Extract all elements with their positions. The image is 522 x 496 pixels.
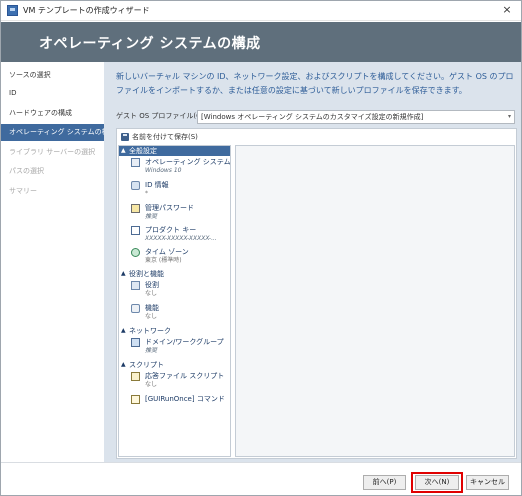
- vm-template-icon: [7, 5, 18, 16]
- tree-item-answer-file[interactable]: 応答ファイル スクリプト なし: [127, 371, 230, 393]
- settings-tree: ▲ 全般設定 オペレーティング システム Windows 10 ID 情報 * …: [118, 145, 231, 457]
- domain-icon: [131, 338, 140, 347]
- wizard-window: VM テンプレートの作成ウィザード × オペレーティング システムの構成 ソース…: [0, 0, 522, 496]
- tree-item-label: ID 情報: [145, 181, 169, 189]
- main-area: 新しいバーチャル マシンの ID、ネットワーク設定、およびスクリプトを構成してく…: [104, 62, 521, 462]
- nav-item-hardware[interactable]: ハードウェアの構成: [1, 105, 104, 122]
- nav-item-os-config[interactable]: オペレーティング システムの構成: [1, 124, 116, 141]
- nav-item-path: パスの選択: [9, 167, 44, 175]
- group-scripts[interactable]: ▲ スクリプト: [119, 360, 230, 370]
- tree-item-label: 応答ファイル スクリプト: [145, 372, 225, 380]
- tree-item-value: 推奨: [145, 213, 158, 220]
- tree-item-label: オペレーティング システム: [145, 158, 231, 166]
- wizard-footer: 前へ(P) 次へ(N) キャンセル: [1, 462, 521, 495]
- collapse-icon: ▲: [121, 327, 126, 334]
- tree-item-value: 推奨: [145, 347, 158, 354]
- tree-item-timezone[interactable]: タイム ゾーン 東京 (標準時): [127, 247, 230, 269]
- tree-item-label: 機能: [145, 304, 159, 312]
- window-title: VM テンプレートの作成ウィザード: [23, 6, 150, 15]
- id-card-icon: [131, 181, 140, 190]
- collapse-icon: ▲: [121, 147, 126, 154]
- guest-profile-label: ゲスト OS プロファイル(G):: [116, 112, 207, 120]
- wizard-nav: ソースの選択 ID ハードウェアの構成 オペレーティング システムの構成 ライブ…: [1, 62, 116, 462]
- nav-item-source[interactable]: ソースの選択: [1, 67, 104, 84]
- tree-item-value: Windows 10: [145, 167, 182, 174]
- tree-item-role[interactable]: 役割 なし: [127, 280, 230, 302]
- save-disk-icon: [121, 132, 129, 141]
- script-file-icon: [131, 372, 140, 381]
- group-label: 役割と機能: [129, 270, 164, 278]
- settings-detail-pane: [235, 145, 515, 457]
- page-header: オペレーティング システムの構成: [1, 22, 521, 62]
- product-key-icon: [131, 226, 140, 235]
- collapse-icon: ▲: [121, 270, 126, 277]
- tree-item-label: ドメイン/ワークグループ: [145, 338, 224, 346]
- title-bar: VM テンプレートの作成ウィザード ×: [1, 1, 521, 21]
- group-general-settings[interactable]: ▲ 全般設定: [119, 146, 230, 156]
- page-title: オペレーティング システムの構成: [39, 36, 261, 52]
- password-icon: [131, 204, 140, 213]
- nav-item-summary: サマリー: [9, 187, 37, 195]
- tree-item-value: 東京 (標準時): [145, 257, 182, 264]
- tree-item-product-key[interactable]: プロダクト キー XXXXX-XXXXX-XXXXX-...: [127, 225, 230, 247]
- close-button[interactable]: ×: [500, 3, 514, 17]
- feature-icon: [131, 304, 140, 313]
- group-roles-features[interactable]: ▲ 役割と機能: [119, 269, 230, 279]
- tree-item-admin-password[interactable]: 管理パスワード 推奨: [127, 203, 230, 225]
- tree-item-label: タイム ゾーン: [145, 248, 189, 256]
- tree-item-value: なし: [145, 381, 158, 388]
- tree-item-value: XXXXX-XXXXX-XXXXX-...: [145, 235, 217, 242]
- command-script-icon: [131, 395, 140, 404]
- tree-item-id[interactable]: ID 情報 *: [127, 180, 230, 202]
- tree-item-label: プロダクト キー: [145, 226, 197, 234]
- guest-profile-value: [Windows オペレーティング システムのカスタマイズ設定の新規作成]: [201, 113, 424, 121]
- guest-profile-row: ゲスト OS プロファイル(G): [Windows オペレーティング システム…: [116, 110, 516, 124]
- tree-item-label: 管理パスワード: [145, 204, 194, 212]
- globe-icon: [131, 248, 140, 257]
- description-text: 新しいバーチャル マシンの ID、ネットワーク設定、およびスクリプトを構成してく…: [116, 72, 514, 95]
- nav-item-library-server: ライブラリ サーバーの選択: [9, 148, 96, 156]
- role-icon: [131, 281, 140, 290]
- tree-item-feature[interactable]: 機能 なし: [127, 303, 230, 325]
- previous-button[interactable]: 前へ(P): [363, 475, 406, 490]
- os-icon: [131, 158, 140, 167]
- tree-item-label: [GUIRunOnce] コマンド: [145, 395, 225, 403]
- cancel-button[interactable]: キャンセル: [466, 475, 509, 490]
- next-button[interactable]: 次へ(N): [415, 475, 459, 490]
- save-as-label: 名前を付けて保存(S): [132, 132, 198, 141]
- group-label: ネットワーク: [129, 327, 171, 335]
- group-label: 全般設定: [129, 147, 157, 155]
- nav-item-id[interactable]: ID: [1, 85, 104, 102]
- tree-item-domain-workgroup[interactable]: ドメイン/ワークグループ 推奨: [127, 337, 230, 359]
- guest-profile-dropdown[interactable]: [Windows オペレーティング システムのカスタマイズ設定の新規作成] ▾: [197, 110, 515, 124]
- tree-item-value: なし: [145, 313, 158, 320]
- save-as-button[interactable]: 名前を付けて保存(S): [118, 130, 202, 143]
- collapse-icon: ▲: [121, 361, 126, 368]
- group-network[interactable]: ▲ ネットワーク: [119, 326, 230, 336]
- group-label: スクリプト: [129, 361, 164, 369]
- chevron-down-icon: ▾: [507, 113, 511, 120]
- tree-item-label: 役割: [145, 281, 159, 289]
- tree-item-guirunonce[interactable]: [GUIRunOnce] コマンド: [127, 394, 230, 416]
- settings-panel: 名前を付けて保存(S) ▲ 全般設定 オペレーティング システム Windows…: [116, 128, 517, 459]
- tree-item-value: *: [145, 190, 148, 197]
- tree-item-value: なし: [145, 290, 158, 297]
- tree-item-os[interactable]: オペレーティング システム Windows 10: [127, 157, 230, 179]
